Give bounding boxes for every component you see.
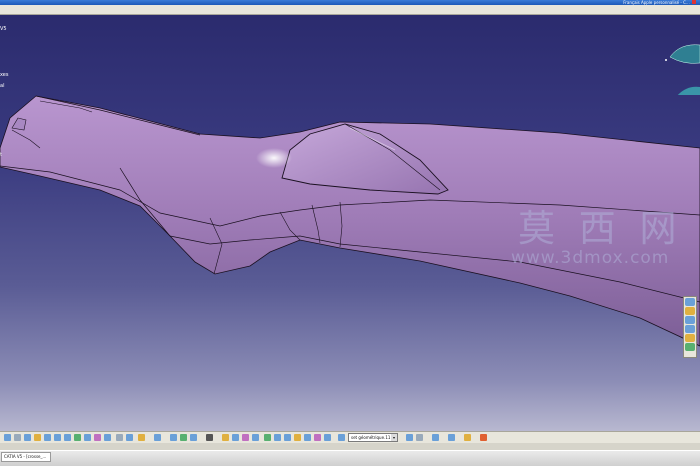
boundary-icon[interactable] [314, 434, 321, 441]
fit-all-icon[interactable] [24, 434, 31, 441]
geometric-set-value: set géométrique.11 [351, 435, 391, 440]
right-view-toolbar [683, 296, 697, 358]
fly-icon[interactable] [685, 298, 695, 306]
render-style-icon[interactable] [94, 434, 101, 441]
status-bar [0, 443, 700, 450]
zoom-out-icon[interactable] [64, 434, 71, 441]
sketcher-icon[interactable] [126, 434, 133, 441]
tree-line: t [0, 152, 2, 158]
watermark-chinese: 莫 西 网 [518, 207, 683, 250]
fillet-icon[interactable] [252, 434, 259, 441]
close-window-icon[interactable] [692, 0, 696, 4]
pan-icon[interactable] [34, 434, 41, 441]
split-icon[interactable] [232, 434, 239, 441]
zoom-in-icon[interactable] [54, 434, 61, 441]
watermark-url: www.3dmox.com [511, 248, 670, 268]
chevron-down-icon[interactable]: ▾ [391, 434, 397, 441]
swap-visible-icon[interactable] [116, 434, 123, 441]
geometric-set-select[interactable]: set géométrique.11 ▾ [348, 433, 398, 442]
compass-icon[interactable] [660, 35, 700, 95]
line-icon[interactable] [154, 434, 161, 441]
tree-line: al [0, 83, 5, 89]
spec-tree-fragment: t [0, 152, 2, 158]
menu-bar: Affichage Insertion Outils Fenêtre Aide [0, 5, 700, 21]
select-icon[interactable] [4, 434, 11, 441]
rotate-feature-icon[interactable] [274, 434, 281, 441]
surface-icon[interactable] [206, 434, 213, 441]
normal-view-icon[interactable] [74, 434, 81, 441]
quick-view-icon[interactable] [84, 434, 91, 441]
trim-icon[interactable] [242, 434, 249, 441]
analysis-icon[interactable] [432, 434, 439, 441]
zoom-icon[interactable] [685, 325, 695, 333]
spec-tree-fragment: al [0, 83, 4, 89]
taskbar: CATIA V5 - [crosse_... [0, 450, 700, 466]
curvature-icon[interactable] [464, 434, 471, 441]
connect-checker-icon[interactable] [448, 434, 455, 441]
rotate-icon[interactable] [44, 434, 51, 441]
spec-tree-fragment: xes [0, 72, 9, 78]
measure-item-icon[interactable] [416, 434, 423, 441]
tree-line: xes [0, 72, 9, 78]
apply-material-icon[interactable] [480, 434, 487, 441]
point-icon[interactable] [138, 434, 145, 441]
pan-icon[interactable] [685, 307, 695, 315]
hide-show-icon[interactable] [104, 434, 111, 441]
bottom-toolbar: set géométrique.11 ▾ [0, 431, 700, 443]
fly-mode-icon[interactable] [14, 434, 21, 441]
plane-icon[interactable] [170, 434, 177, 441]
geometric-set-icon[interactable] [338, 434, 345, 441]
join-icon[interactable] [222, 434, 229, 441]
law-icon[interactable] [324, 434, 331, 441]
rotate-icon[interactable] [685, 316, 695, 324]
tree-line: V5 [0, 26, 7, 32]
measure-icon[interactable] [406, 434, 413, 441]
symmetry-icon[interactable] [284, 434, 291, 441]
normal-view-icon[interactable] [685, 334, 695, 342]
revolve-icon[interactable] [190, 434, 197, 441]
spec-tree-fragment: V5 [0, 26, 7, 32]
render-icon[interactable] [685, 343, 695, 351]
extract-icon[interactable] [304, 434, 311, 441]
translate-icon[interactable] [264, 434, 271, 441]
taskbar-catia-button[interactable]: CATIA V5 - [crosse_... [1, 452, 51, 462]
extrude-icon[interactable] [180, 434, 187, 441]
3d-viewport[interactable]: V5 xes al t 莫 西 网 www.3dmox.com [0, 15, 700, 431]
scaling-icon[interactable] [294, 434, 301, 441]
